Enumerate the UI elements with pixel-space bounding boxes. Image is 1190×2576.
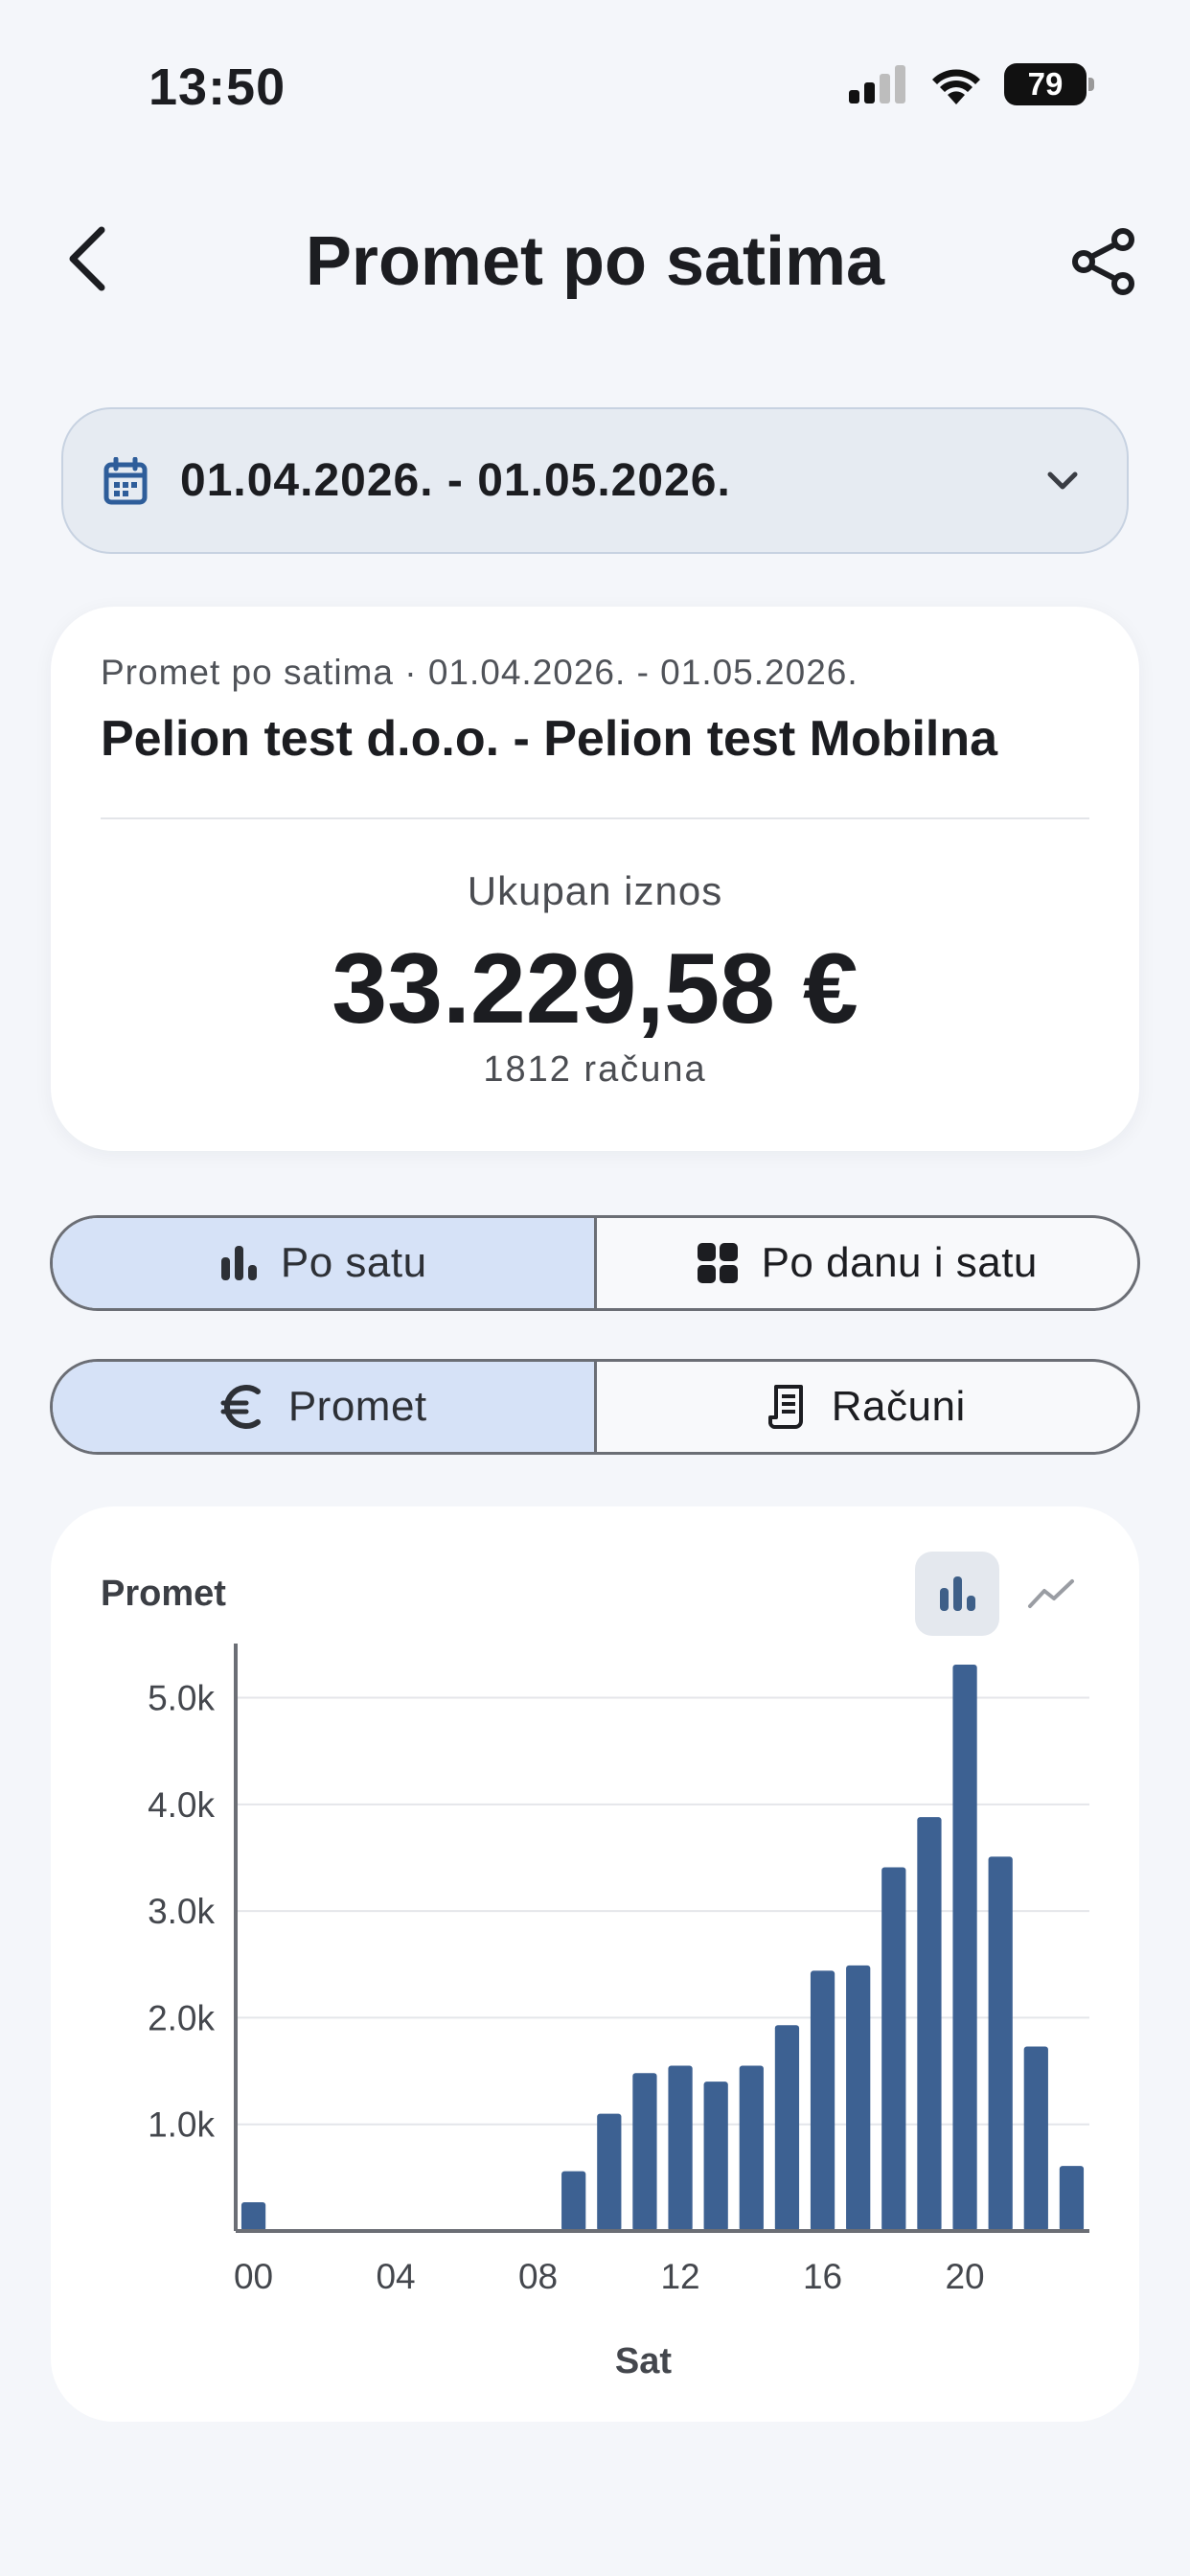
wifi-icon (932, 69, 980, 104)
company-name: Pelion test d.o.o. - Pelion test Mobilna (101, 711, 998, 767)
bar (846, 1965, 871, 2231)
chevron-down-icon (1047, 472, 1078, 489)
tab-label: Računi (831, 1383, 966, 1430)
y-tick-label: 2.0k (148, 1998, 215, 2037)
bar (597, 2113, 622, 2231)
y-tick-label: 1.0k (148, 2105, 215, 2145)
tab-label: Po danu i satu (761, 1239, 1038, 1286)
bar (774, 2025, 800, 2231)
bar (952, 1665, 977, 2231)
cellular-signal-icon (849, 65, 905, 104)
date-range-value: 01.04.2026. - 01.05.2026. (180, 455, 731, 506)
bar (810, 1970, 835, 2231)
summary-subtitle: Promet po satima · 01.04.2026. - 01.05.2… (101, 653, 858, 692)
y-tick-label: 5.0k (148, 1679, 215, 1718)
x-tick-label: 12 (660, 2257, 699, 2296)
share-button[interactable] (1070, 228, 1137, 295)
share-icon (1072, 228, 1134, 295)
bar-chart-icon (220, 1246, 257, 1280)
divider (101, 817, 1089, 819)
view-toggle: Po satu Po danu i satu (50, 1215, 1140, 1311)
bar (561, 2171, 586, 2231)
bar (739, 2065, 764, 2231)
bar (668, 2065, 693, 2231)
bar (988, 1856, 1013, 2231)
x-tick-label: 04 (376, 2257, 415, 2296)
bar (917, 1817, 942, 2231)
x-tick-label: 20 (945, 2257, 984, 2296)
y-tick-label: 4.0k (148, 1785, 215, 1825)
total-amount: 33.229,58 € (332, 933, 858, 1045)
x-tick-label: 08 (518, 2257, 558, 2296)
battery-level: 79 (1004, 63, 1087, 105)
page-title: Promet po satima (305, 223, 885, 300)
bar (632, 2073, 657, 2231)
tab-label: Promet (287, 1383, 427, 1430)
bar (1023, 2046, 1048, 2231)
bar (881, 1867, 906, 2231)
tab-po-satu[interactable]: Po satu (53, 1218, 594, 1308)
tab-po-danu-i-satu[interactable]: Po danu i satu (593, 1218, 1138, 1308)
x-tick-label: 00 (234, 2257, 273, 2296)
bar (240, 2201, 266, 2231)
calendar-icon (103, 456, 148, 504)
summary-card: Promet po satima · 01.04.2026. - 01.05.2… (51, 607, 1139, 1151)
y-tick-label: 3.0k (148, 1892, 215, 1931)
euro-icon (220, 1385, 261, 1429)
tab-promet[interactable]: Promet (53, 1362, 594, 1452)
chart-card: Promet 1.0k 2.0k 3.0k 4.0k 5.0k 00 04 08 12 16 20 S… (51, 1506, 1139, 2422)
grid-icon (697, 1243, 738, 1283)
status-icons: 79 (849, 63, 1094, 105)
battery-icon: 79 (1004, 63, 1094, 105)
x-axis-title: Sat (615, 2341, 672, 2381)
hourly-revenue-chart: 1.0k 2.0k 3.0k 4.0k 5.0k 00 04 08 12 16 20 Sat (148, 1644, 1089, 2381)
receipt-icon (767, 1385, 803, 1429)
x-tick-label: 16 (803, 2257, 842, 2296)
receipt-count: 1812 računa (483, 1049, 707, 1090)
total-label: Ukupan iznos (467, 868, 723, 913)
date-range-selector[interactable]: 01.04.2026. - 01.05.2026. (61, 407, 1129, 554)
tab-label: Po satu (280, 1239, 427, 1286)
status-time: 13:50 (149, 58, 286, 116)
bar (703, 2082, 728, 2231)
tab-racuni[interactable]: Računi (593, 1362, 1138, 1452)
bar (1059, 2166, 1085, 2231)
metric-toggle: Promet Računi (50, 1359, 1140, 1455)
